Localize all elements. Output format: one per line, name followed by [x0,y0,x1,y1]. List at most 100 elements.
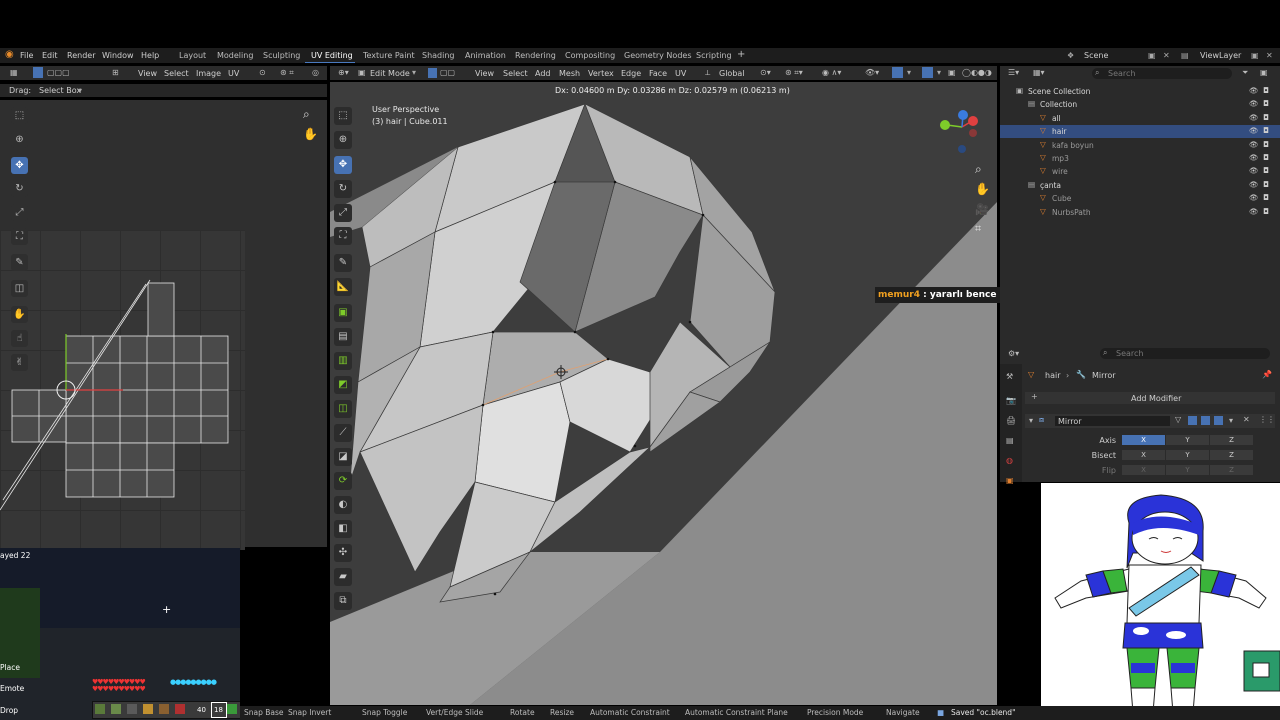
visibility-eye-icon[interactable]: 👁 [1249,126,1259,135]
menu-help[interactable]: Help [141,51,159,60]
move-tool-icon[interactable]: ✥ [11,157,28,174]
rip-tool-icon[interactable]: ⧉ [334,592,352,610]
render-visibility-icon[interactable]: ◘ [1263,99,1269,108]
xray-icon[interactable]: ▣ [948,68,956,77]
modifier-name-field[interactable]: Mirror [1055,416,1170,426]
mode-selector[interactable]: Edit Mode [370,69,410,78]
hotbar[interactable]: 40 18 [92,701,240,719]
proportional-edit-icon[interactable]: ◉ ∧▾ [822,68,841,77]
show-viewport-icon[interactable] [1201,416,1210,425]
visibility-eye-icon[interactable]: 👁 [1249,207,1259,216]
tool-tab-icon[interactable]: ⚒ [1006,372,1013,381]
view-layer-tab-icon[interactable]: ▤ [1006,436,1014,445]
remove-modifier-icon[interactable]: ✕ [1243,415,1250,424]
outliner-row[interactable]: ▤ çanta 👁 ◘ [1000,179,1280,192]
pin-icon[interactable]: 📌 [1262,370,1272,379]
hotbar-slot[interactable] [175,704,185,714]
render-visibility-icon[interactable]: ◘ [1263,113,1269,122]
select-tool-icon[interactable]: ⬚ [334,107,352,125]
chevron-down-icon[interactable]: ▾ [937,68,941,77]
tab-rendering[interactable]: Rendering [515,51,556,60]
scene-selector[interactable]: Scene [1084,51,1108,60]
outliner-row[interactable]: ▽ kafa boyun 👁 ◘ [1000,139,1280,152]
axis-toggle-x[interactable]: X [1122,450,1165,460]
grab-tool-icon[interactable]: ✋ [11,306,28,323]
annotate-tool-icon[interactable]: ✎ [334,254,352,272]
menu-select[interactable]: Select [503,69,528,78]
menu-render[interactable]: Render [67,51,95,60]
overlay-toggle-icon[interactable] [922,67,933,78]
hotbar-slot[interactable] [143,704,153,714]
hotbar-slot[interactable] [159,704,169,714]
new-collection-icon[interactable]: ▣ [1260,68,1268,77]
menu-view[interactable]: View [475,69,494,78]
tab-geometry-nodes[interactable]: Geometry Nodes [624,51,691,60]
menu-face[interactable]: Face [649,69,667,78]
pan-hand-icon[interactable]: ✋ [975,182,990,196]
uv-menu-image[interactable]: Image [196,69,221,78]
pan-hand-icon[interactable]: ✋ [303,127,318,141]
outliner-row[interactable]: ▽ hair 👁 ◘ [1000,125,1280,139]
measure-tool-icon[interactable]: 📐 [334,278,352,296]
shading-modes-icon[interactable]: ◯◐●◑ [962,68,992,77]
uv-islands[interactable] [0,230,245,550]
drag-select-box-dropdown[interactable]: Select Box [39,86,81,95]
object-tab-icon[interactable]: ▣ [1006,476,1014,485]
tweak-tool-icon[interactable]: ⬚ [11,107,28,124]
chevron-down-icon[interactable]: ▾ [412,68,416,77]
rotate-tool-icon[interactable]: ↻ [334,180,352,198]
editor-type-icon[interactable]: ⊕▾ [338,68,349,77]
render-visibility-icon[interactable]: ◘ [1263,166,1269,175]
tab-compositing[interactable]: Compositing [565,51,615,60]
modifier-header[interactable]: ▾ ⧈ Mirror ▽ ▾ ✕ ⋮⋮ [1025,414,1275,428]
add-workspace-button[interactable]: + [737,49,745,60]
knife-tool-icon[interactable]: ⟋ [334,424,352,442]
tab-modeling[interactable]: Modeling [217,51,253,60]
visibility-eye-icon[interactable]: 👁 [1249,113,1259,122]
menu-edge[interactable]: Edge [621,69,641,78]
outliner-editor-icon[interactable]: ☰▾ [1008,68,1019,77]
menu-uv[interactable]: UV [675,69,686,78]
visibility-eye-icon[interactable]: 👁 [1249,193,1259,202]
edit-mode-icon[interactable]: ▣ [358,68,366,77]
axis-toggle-x[interactable]: X [1122,435,1165,445]
axis-toggle-y[interactable]: Y [1166,465,1209,475]
render-visibility-icon[interactable]: ◘ [1263,140,1269,149]
render-visibility-icon[interactable]: ◘ [1263,153,1269,162]
transform-tool-icon[interactable]: ⛶ [334,227,352,245]
tab-shading[interactable]: Shading [422,51,455,60]
relax-tool-icon[interactable]: ☝ [11,330,28,347]
view-layer-selector[interactable]: ViewLayer [1200,51,1241,60]
outliner-row[interactable]: ▽ mp3 👁 ◘ [1000,152,1280,165]
axis-toggle-y[interactable]: Y [1166,435,1209,445]
chevron-down-icon[interactable]: ▾ [907,68,911,77]
visibility-eye-icon[interactable]: 👁 [1249,140,1259,149]
shrink-fatten-tool-icon[interactable]: ✣ [334,544,352,562]
properties-editor-icon[interactable]: ⚙▾ [1008,349,1019,358]
camera-view-icon[interactable]: 🎥 [975,203,989,216]
shear-tool-icon[interactable]: ▰ [334,568,352,586]
inset-tool-icon[interactable]: ▥ [334,352,352,370]
cursor-tool-icon[interactable]: ⊕ [11,131,28,148]
outliner-row[interactable]: ▽ all 👁 ◘ [1000,112,1280,125]
view-layer-icon[interactable]: ▤ [1181,51,1189,60]
transform-tool-icon[interactable]: ⛶ [11,228,28,245]
vertex-select-icon[interactable] [428,68,437,78]
chevron-down-icon[interactable]: ▾ [78,86,82,95]
cursor-tool-icon[interactable]: ⊕ [334,131,352,149]
edit-mode-cage-icon[interactable]: ▽ [1175,415,1181,424]
axis-toggle-z[interactable]: Z [1210,465,1253,475]
delete-view-layer-icon[interactable]: ✕ [1266,51,1273,60]
show-editmode-icon[interactable] [1188,416,1197,425]
hotbar-slot[interactable] [95,704,105,714]
editor-type-icon[interactable]: ▦ [10,68,18,77]
render-visibility-icon[interactable]: ◘ [1263,193,1269,202]
axis-toggle-x[interactable]: X [1122,465,1165,475]
extrude-tool-icon[interactable]: ▤ [334,328,352,346]
navigation-gizmo[interactable] [935,107,985,157]
visibility-eye-icon[interactable]: 👁 [1249,153,1259,162]
rotate-tool-icon[interactable]: ↻ [11,180,28,197]
orientation-dropdown[interactable]: Global [719,69,745,78]
visibility-eye-icon[interactable]: 👁 [1249,86,1259,95]
output-tab-icon[interactable]: 🖨 [1006,416,1016,425]
